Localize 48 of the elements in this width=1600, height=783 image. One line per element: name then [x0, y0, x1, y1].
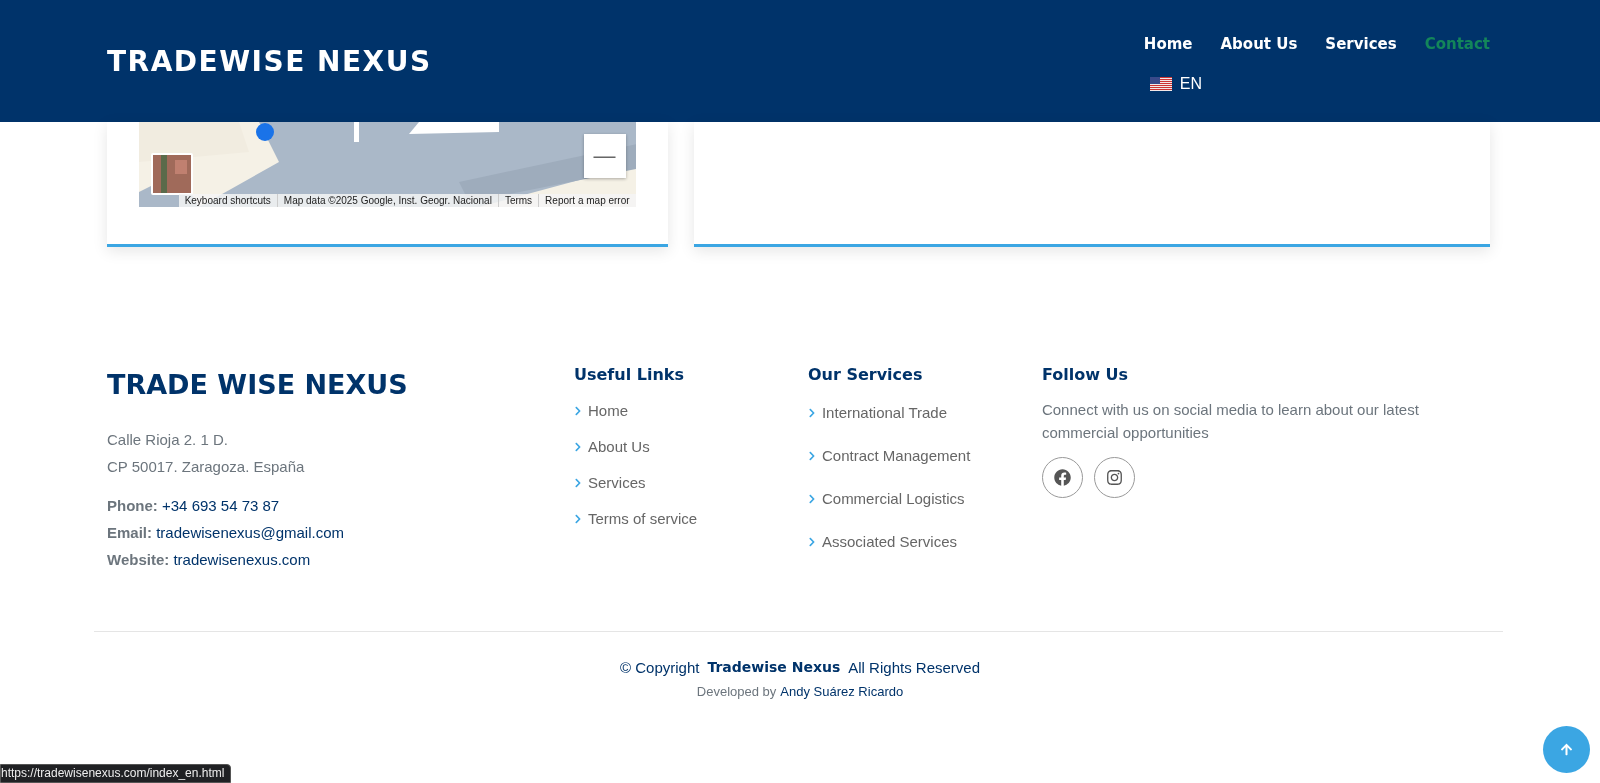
chevron-icon	[573, 514, 582, 524]
social-description: Connect with us on social media to learn about our latest commercial opportunities	[1041, 400, 1420, 443]
column-heading: Useful Links	[573, 365, 685, 384]
copyright-brand: Tradewise Nexus	[707, 659, 841, 676]
map-attribution-link[interactable]: Map data ©2025 Google, Inst. Geogr. Nacional	[276, 194, 498, 207]
status-url: https://tradewisenexus.com/index_en.html	[0, 764, 232, 783]
copyright-text: © Copyright	[620, 659, 700, 676]
footer-link[interactable]: International Trade	[807, 404, 948, 422]
footer-link[interactable]: Associated Services	[807, 533, 957, 551]
zoom-out-button[interactable]: —	[583, 134, 626, 178]
contact-line: Email: tradewisenexus@gmail.com	[107, 523, 345, 543]
chevron-icon	[807, 408, 816, 418]
column-heading: Follow Us	[1041, 365, 1130, 384]
contact-line: Phone: +34 693 54 73 87	[107, 496, 281, 516]
facebook-icon	[1053, 469, 1071, 486]
scroll-top-button[interactable]	[1543, 726, 1590, 773]
chevron-icon	[573, 478, 582, 488]
chevron-icon	[807, 451, 816, 461]
instagram-icon	[1105, 469, 1123, 486]
language-selector[interactable]: EN	[1179, 75, 1203, 93]
chevron-icon	[807, 537, 816, 547]
address-line: Calle Rioja 2. 1 D.	[107, 430, 229, 450]
nav-link[interactable]: Services	[1325, 35, 1397, 53]
footer-link[interactable]: About Us	[573, 438, 650, 456]
column-heading: Our Services	[807, 365, 924, 384]
contact-line: Website: tradewisenexus.com	[107, 550, 312, 570]
footer-brand: TRADE WISE NEXUS	[107, 369, 409, 400]
address-line: CP 50017. Zaragoza. España	[107, 457, 306, 477]
developer-credit: Developed by	[696, 684, 777, 699]
site-logo[interactable]: TRADEWISE NEXUS	[107, 44, 432, 78]
street-view-thumbnail[interactable]	[151, 153, 193, 195]
flag-icon	[1149, 77, 1172, 91]
map-attribution-link[interactable]: Keyboard shortcuts	[178, 194, 277, 207]
footer-link[interactable]: Terms of service	[573, 510, 698, 528]
arrow-up-icon	[1560, 743, 1573, 756]
chevron-icon	[573, 406, 582, 416]
chevron-icon	[573, 442, 582, 452]
map-attribution-link[interactable]: Terms	[497, 194, 539, 207]
footer-link[interactable]: Home	[573, 402, 628, 420]
footer-link[interactable]: Services	[573, 474, 646, 492]
footer-link[interactable]: Contract Management	[807, 447, 971, 465]
copyright-text: All Rights Reserved	[848, 659, 980, 676]
nav-link[interactable]: About Us	[1220, 35, 1298, 53]
developer-link[interactable]: Andy Suárez Ricardo	[780, 684, 904, 699]
footer-link[interactable]: Commercial Logistics	[807, 490, 965, 508]
nav-link[interactable]: Home	[1143, 35, 1193, 53]
map-attribution-link[interactable]: Report a map error	[538, 194, 636, 207]
chevron-icon	[807, 494, 816, 504]
